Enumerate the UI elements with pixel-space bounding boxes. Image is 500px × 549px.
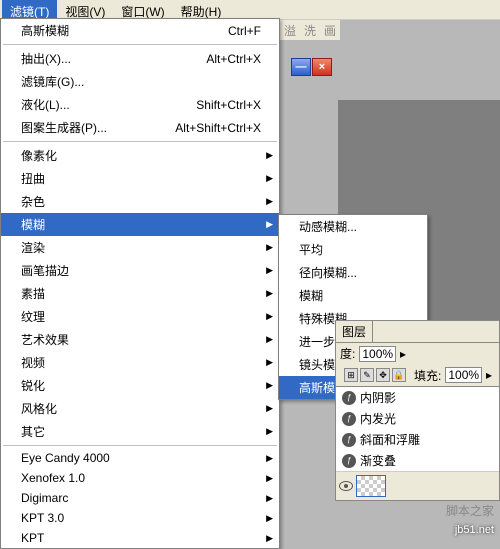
chevron-right-icon: ▶	[266, 311, 273, 322]
opacity-value[interactable]: 100%	[359, 346, 396, 362]
chevron-right-icon: ▶	[266, 357, 273, 368]
lock-icons: ⊞ ✎ ✥ 🔒	[340, 366, 410, 384]
menubar: 滤镜(T) 视图(V) 窗口(W) 帮助(H)	[0, 0, 500, 20]
toolbar-frag-c: 画	[324, 22, 336, 39]
toolbar-frag-a: 溢	[284, 22, 296, 39]
fill-label: 填充:	[414, 367, 441, 384]
menu-filter[interactable]: 滤镜(T)	[2, 0, 57, 19]
chevron-right-icon: ▶	[266, 219, 273, 230]
chevron-right-icon: ▶	[266, 288, 273, 299]
chevron-right-icon: ▶	[266, 380, 273, 391]
chevron-right-icon: ▶	[266, 173, 273, 184]
chevron-right-icon: ▶	[266, 453, 273, 464]
chevron-right-icon: ▶	[266, 242, 273, 253]
submenu-blur[interactable]: 模糊	[279, 284, 427, 307]
menu-liquify[interactable]: 液化(L)...Shift+Ctrl+X	[1, 93, 279, 116]
menu-video[interactable]: 视频▶	[1, 351, 279, 374]
window-controls: — ×	[290, 58, 332, 76]
chevron-right-icon: ▶	[266, 265, 273, 276]
close-button[interactable]: ×	[312, 58, 332, 76]
menu-pattern-maker[interactable]: 图案生成器(P)...Alt+Shift+Ctrl+X	[1, 116, 279, 139]
menu-pixelate[interactable]: 像素化▶	[1, 144, 279, 167]
lock-transparency-icon[interactable]: ⊞	[344, 368, 358, 382]
fx-inner-shadow[interactable]: ƒ内阴影	[336, 387, 499, 408]
menu-window[interactable]: 窗口(W)	[113, 0, 172, 19]
menu-brush-strokes[interactable]: 画笔描边▶	[1, 259, 279, 282]
filter-menu-dropdown: 高斯模糊Ctrl+F 抽出(X)...Alt+Ctrl+X 滤镜库(G)... …	[0, 18, 280, 549]
minimize-button[interactable]: —	[291, 58, 311, 76]
menu-sketch[interactable]: 素描▶	[1, 282, 279, 305]
menu-filter-gallery[interactable]: 滤镜库(G)...	[1, 70, 279, 93]
menu-xenofex[interactable]: Xenofex 1.0▶	[1, 468, 279, 488]
menu-stylize[interactable]: 风格化▶	[1, 397, 279, 420]
menu-help[interactable]: 帮助(H)	[173, 0, 230, 19]
menu-noise[interactable]: 杂色▶	[1, 190, 279, 213]
layer-effects-list: ƒ内阴影 ƒ内发光 ƒ斜面和浮雕 ƒ渐变叠	[336, 386, 499, 471]
fx-icon: ƒ	[342, 391, 356, 405]
menu-texture[interactable]: 纹理▶	[1, 305, 279, 328]
toolbar-fragment: 溢 洗 画	[280, 20, 340, 40]
watermark-site: jb51.net	[455, 524, 494, 536]
menu-extract[interactable]: 抽出(X)...Alt+Ctrl+X	[1, 47, 279, 70]
chevron-right-icon[interactable]: ▸	[486, 368, 492, 382]
chevron-right-icon: ▶	[266, 150, 273, 161]
layer-thumbnail[interactable]	[356, 475, 386, 497]
chevron-right-icon: ▶	[266, 426, 273, 437]
lock-pixels-icon[interactable]: ✎	[360, 368, 374, 382]
chevron-right-icon: ▶	[266, 473, 273, 484]
toolbar-frag-b: 洗	[304, 22, 316, 39]
menu-separator	[3, 141, 277, 142]
fx-gradient-overlay[interactable]: ƒ渐变叠	[336, 450, 499, 471]
chevron-right-icon: ▶	[266, 334, 273, 345]
menu-artistic[interactable]: 艺术效果▶	[1, 328, 279, 351]
menu-blur[interactable]: 模糊▶	[1, 213, 279, 236]
lock-all-icon[interactable]: 🔒	[392, 368, 406, 382]
chevron-right-icon: ▶	[266, 513, 273, 524]
fx-icon: ƒ	[342, 433, 356, 447]
menu-other[interactable]: 其它▶	[1, 420, 279, 443]
chevron-right-icon: ▶	[266, 493, 273, 504]
menu-separator	[3, 44, 277, 45]
layer-row[interactable]	[336, 471, 499, 500]
submenu-average[interactable]: 平均	[279, 238, 427, 261]
layers-panel: 图层 度: 100% ▸ ⊞ ✎ ✥ 🔒 填充: 100% ▸ ƒ内阴影 ƒ内发光 …	[335, 320, 500, 501]
fx-inner-glow[interactable]: ƒ内发光	[336, 408, 499, 429]
fx-icon: ƒ	[342, 412, 356, 426]
menu-distort[interactable]: 扭曲▶	[1, 167, 279, 190]
menu-digimarc[interactable]: Digimarc▶	[1, 488, 279, 508]
menu-view[interactable]: 视图(V)	[57, 0, 113, 19]
chevron-right-icon[interactable]: ▸	[400, 347, 406, 361]
fill-value[interactable]: 100%	[445, 367, 482, 383]
lock-position-icon[interactable]: ✥	[376, 368, 390, 382]
menu-sharpen[interactable]: 锐化▶	[1, 374, 279, 397]
opacity-label: 度:	[340, 345, 355, 362]
layers-tab[interactable]: 图层	[336, 321, 373, 342]
submenu-motion-blur[interactable]: 动感模糊...	[279, 215, 427, 238]
submenu-radial-blur[interactable]: 径向模糊...	[279, 261, 427, 284]
menu-kpt3[interactable]: KPT 3.0▶	[1, 508, 279, 528]
chevron-right-icon: ▶	[266, 196, 273, 207]
watermark-text: 脚本之家	[446, 502, 494, 519]
chevron-right-icon: ▶	[266, 403, 273, 414]
menu-separator	[3, 445, 277, 446]
fx-bevel-emboss[interactable]: ƒ斜面和浮雕	[336, 429, 499, 450]
menu-eye-candy[interactable]: Eye Candy 4000▶	[1, 448, 279, 468]
chevron-right-icon: ▶	[266, 533, 273, 544]
menu-render[interactable]: 渲染▶	[1, 236, 279, 259]
menu-kpt[interactable]: KPT▶	[1, 528, 279, 548]
menu-last-filter[interactable]: 高斯模糊Ctrl+F	[1, 19, 279, 42]
fx-icon: ƒ	[342, 454, 356, 468]
visibility-eye-icon[interactable]	[339, 481, 353, 491]
